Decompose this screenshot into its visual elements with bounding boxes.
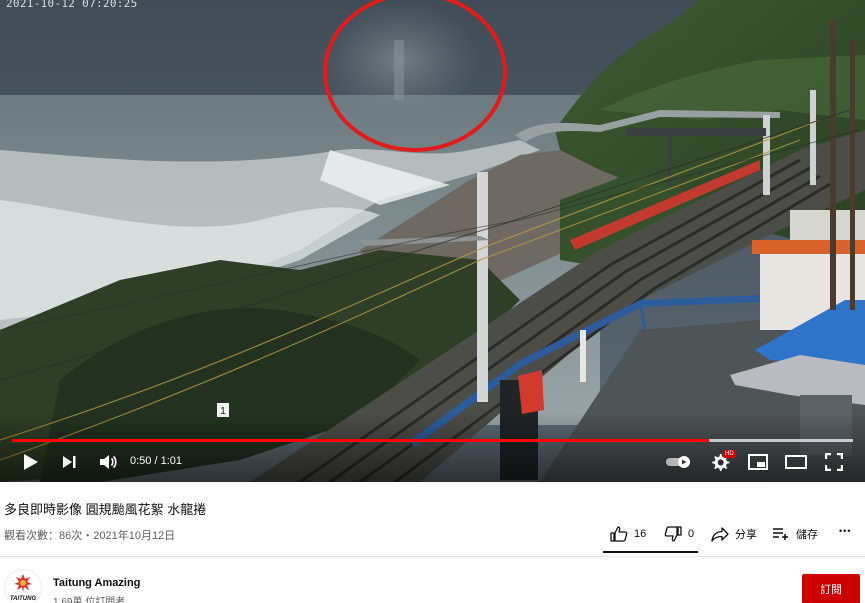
progress-played — [12, 439, 709, 442]
progress-bar[interactable] — [12, 439, 853, 442]
next-icon — [63, 456, 76, 468]
video-frame[interactable]: 1 — [0, 0, 865, 482]
time-separator: / — [151, 455, 161, 467]
time-current: 0:50 — [130, 455, 152, 467]
more-horizontal-icon: ••• — [839, 526, 852, 536]
autoplay-toggle-icon — [666, 456, 690, 468]
mute-button[interactable] — [94, 450, 122, 474]
play-button[interactable] — [18, 450, 44, 474]
dislike-button[interactable]: 0 — [664, 526, 694, 542]
next-button[interactable] — [56, 450, 82, 474]
share-icon — [711, 527, 729, 542]
channel-avatar[interactable]: TAITUNG — [4, 569, 42, 603]
channel-logo: TAITUNG — [10, 574, 37, 602]
miniplayer-button[interactable] — [744, 450, 772, 474]
time-duration: 1:01 — [160, 455, 183, 467]
hd-badge: HD — [723, 450, 736, 458]
video-view-count-and-date: 觀看次數：86次・2021年10月12日 — [4, 530, 176, 542]
volume-icon — [100, 455, 117, 469]
settings-button[interactable]: HD — [706, 450, 736, 474]
share-button[interactable]: 分享 — [711, 526, 757, 542]
miniplayer-icon — [748, 454, 768, 470]
subscriber-count: 1.69萬 位訂閱者 — [53, 597, 126, 603]
channel-name[interactable]: Taitung Amazing — [53, 577, 140, 589]
like-ratio-fill — [603, 551, 698, 553]
save-button[interactable]: 儲存 — [772, 526, 818, 542]
youtube-watch-page: 1 2021-10-12 07:20:25 0:50 / 1:01 HD — [0, 0, 865, 603]
more-actions-button[interactable]: ••• — [839, 526, 851, 536]
share-label: 分享 — [735, 529, 757, 541]
like-count: 16 — [634, 528, 647, 540]
camera-timestamp: 2021-10-12 07:20:25 — [6, 0, 138, 10]
divider — [0, 556, 865, 557]
playlist-add-icon — [773, 528, 788, 540]
progress-buffered — [709, 439, 853, 442]
dislike-count: 0 — [688, 528, 695, 540]
video-title: 多良即時影像 圓規颱風花絮 水龍捲 — [4, 502, 207, 517]
channel-logo-text: TAITUNG — [10, 596, 37, 602]
thumbs-down-icon — [664, 526, 682, 542]
like-dislike-bar — [603, 551, 698, 553]
like-button[interactable]: 16 — [610, 526, 646, 542]
fullscreen-button[interactable] — [820, 450, 848, 474]
autoplay-toggle[interactable] — [664, 450, 694, 474]
save-label: 儲存 — [796, 529, 818, 541]
controls-gradient — [0, 412, 865, 482]
theater-mode-icon — [785, 455, 807, 469]
play-icon — [24, 454, 38, 470]
theater-mode-button[interactable] — [782, 450, 810, 474]
video-player[interactable]: 1 2021-10-12 07:20:25 0:50 / 1:01 HD — [0, 0, 865, 482]
thumbs-up-icon — [610, 526, 628, 542]
subscribe-button[interactable]: 訂閱 — [802, 574, 860, 603]
fullscreen-icon — [825, 453, 843, 471]
time-display: 0:50 / 1:01 — [130, 455, 182, 467]
